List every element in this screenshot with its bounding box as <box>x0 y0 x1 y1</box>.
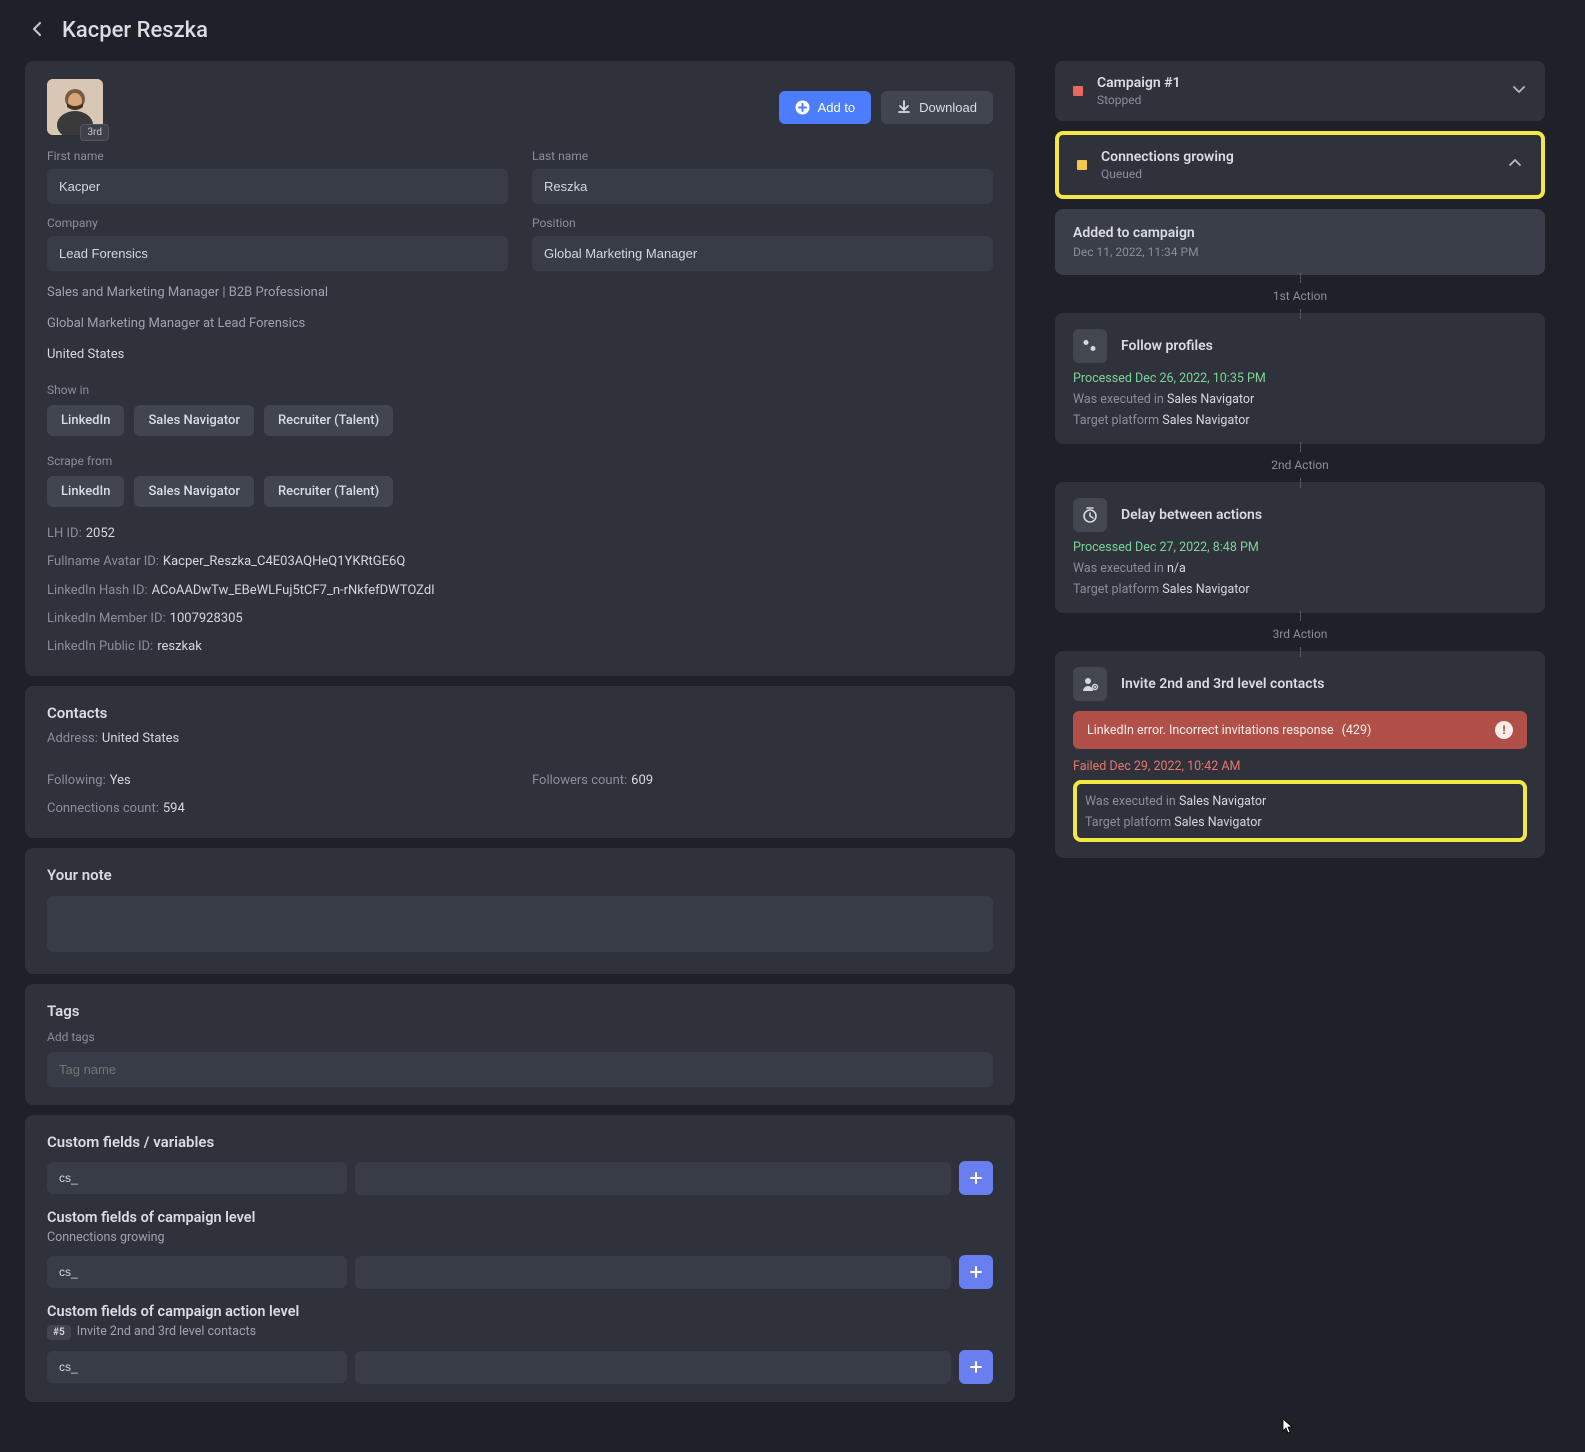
added-ts: Dec 11, 2022, 11:34 PM <box>1073 245 1527 259</box>
show-in-sales-nav[interactable]: Sales Navigator <box>134 405 254 436</box>
follow-icon <box>1073 329 1107 363</box>
note-card: Your note <box>25 848 1015 974</box>
profile-subline: Global Marketing Manager at Lead Forensi… <box>47 314 993 335</box>
cf-key-input-3[interactable] <box>47 1351 347 1383</box>
first-name-input[interactable] <box>47 169 508 204</box>
timeline-marker-2: 2nd Action <box>1055 452 1545 478</box>
download-button[interactable]: Download <box>881 91 993 124</box>
timeline-action-3: Invite 2nd and 3rd level contacts Linked… <box>1055 651 1545 858</box>
cf-add-button-1[interactable] <box>959 1161 993 1195</box>
cf-action-level-sub: #5Invite 2nd and 3rd level contacts <box>47 1324 993 1340</box>
download-button-label: Download <box>919 100 977 115</box>
add-tags-label: Add tags <box>47 1030 993 1044</box>
error-icon: ! <box>1495 721 1513 739</box>
tags-card: Tags Add tags <box>25 984 1015 1105</box>
cf-campaign-level-title: Custom fields of campaign level <box>47 1209 993 1226</box>
cf-value-input-3[interactable] <box>355 1351 951 1384</box>
action2-title: Delay between actions <box>1121 507 1262 523</box>
avatar-id-row: Fullname Avatar ID:Kacper_Reszka_C4E03AQ… <box>47 551 993 573</box>
added-title: Added to campaign <box>1073 225 1527 241</box>
error-banner: LinkedIn error. Incorrect invitations re… <box>1073 711 1527 749</box>
campaign-1-status: Stopped <box>1097 93 1181 107</box>
address-row: Address:United States <box>47 728 993 750</box>
custom-fields-card: Custom fields / variables Custom fields … <box>25 1115 1015 1402</box>
position-label: Position <box>532 216 993 230</box>
action1-title: Follow profiles <box>1121 338 1213 354</box>
contacts-title: Contacts <box>47 704 993 722</box>
cf-value-input-1[interactable] <box>355 1162 951 1195</box>
followers-row: Followers count:609 <box>532 770 993 792</box>
scrape-from-linkedin[interactable]: LinkedIn <box>47 476 124 507</box>
cf-add-button-3[interactable] <box>959 1350 993 1384</box>
timeline-action-1: Follow profiles Processed Dec 26, 2022, … <box>1055 313 1545 444</box>
public-id-row: LinkedIn Public ID:reszkak <box>47 636 993 658</box>
company-input[interactable] <box>47 236 508 271</box>
cf-add-button-2[interactable] <box>959 1255 993 1289</box>
highlighted-exec-target-box: Was executed in Sales Navigator Target p… <box>1073 780 1527 842</box>
plus-icon <box>969 1265 983 1279</box>
custom-fields-title: Custom fields / variables <box>47 1133 993 1151</box>
timeline-marker-1: 1st Action <box>1055 283 1545 309</box>
download-icon <box>897 100 911 114</box>
position-input[interactable] <box>532 236 993 271</box>
campaign-item-2[interactable]: Connections growing Queued <box>1055 131 1545 199</box>
campaign-2-name: Connections growing <box>1101 149 1234 165</box>
invite-icon <box>1073 667 1107 701</box>
page-title: Kacper Reszka <box>62 18 208 43</box>
back-chevron-icon[interactable] <box>30 21 46 41</box>
avatar: 3rd <box>47 79 103 135</box>
add-to-button-label: Add to <box>818 100 856 115</box>
chevron-up-icon[interactable] <box>1507 155 1523 175</box>
tags-title: Tags <box>47 1002 993 1020</box>
timeline-action-2: Delay between actions Processed Dec 27, … <box>1055 482 1545 613</box>
lh-id-row: LH ID:2052 <box>47 523 993 545</box>
plus-icon <box>969 1171 983 1185</box>
first-name-label: First name <box>47 149 508 163</box>
timeline-marker-3: 3rd Action <box>1055 621 1545 647</box>
cf-campaign-level-sub: Connections growing <box>47 1230 993 1245</box>
profile-headline: Sales and Marketing Manager | B2B Profes… <box>47 283 993 304</box>
status-dot-stopped-icon <box>1073 86 1083 96</box>
member-id-row: LinkedIn Member ID:1007928305 <box>47 608 993 630</box>
cf-value-input-2[interactable] <box>355 1256 951 1289</box>
tags-input[interactable] <box>47 1052 993 1087</box>
connections-row: Connections count:594 <box>47 798 508 820</box>
cf-action-level-title: Custom fields of campaign action level <box>47 1303 993 1320</box>
cf-key-input-2[interactable] <box>47 1256 347 1288</box>
plus-icon <box>969 1360 983 1374</box>
campaign-item-1[interactable]: Campaign #1 Stopped <box>1055 61 1545 121</box>
status-dot-queued-icon <box>1077 160 1087 170</box>
delay-icon <box>1073 498 1107 532</box>
chevron-down-icon[interactable] <box>1511 81 1527 101</box>
note-input[interactable] <box>47 896 993 952</box>
campaign-2-status: Queued <box>1101 167 1234 181</box>
profile-location: United States <box>47 345 993 366</box>
scrape-from-label: Scrape from <box>47 454 993 468</box>
profile-card: 3rd Add to Download First name <box>25 61 1015 676</box>
add-to-button[interactable]: Add to <box>779 91 872 124</box>
plus-circle-icon <box>795 100 810 115</box>
last-name-label: Last name <box>532 149 993 163</box>
campaign-1-name: Campaign #1 <box>1097 75 1181 91</box>
connection-degree-badge: 3rd <box>80 124 109 141</box>
show-in-recruiter[interactable]: Recruiter (Talent) <box>264 405 393 436</box>
cf-key-input-1[interactable] <box>47 1162 347 1194</box>
cursor-icon <box>1282 1418 1294 1434</box>
scrape-from-sales-nav[interactable]: Sales Navigator <box>134 476 254 507</box>
note-title: Your note <box>47 866 993 884</box>
show-in-label: Show in <box>47 383 993 397</box>
scrape-from-recruiter[interactable]: Recruiter (Talent) <box>264 476 393 507</box>
company-label: Company <box>47 216 508 230</box>
hash-id-row: LinkedIn Hash ID:ACoAADwTw_EBeWLFuj5tCF7… <box>47 580 993 602</box>
action3-title: Invite 2nd and 3rd level contacts <box>1121 676 1325 692</box>
contacts-card: Contacts Address:United States Following… <box>25 686 1015 838</box>
action-number-badge: #5 <box>47 1325 71 1340</box>
last-name-input[interactable] <box>532 169 993 204</box>
show-in-linkedin[interactable]: LinkedIn <box>47 405 124 436</box>
timeline-added-card: Added to campaign Dec 11, 2022, 11:34 PM <box>1055 209 1545 275</box>
following-row: Following:Yes <box>47 770 508 792</box>
